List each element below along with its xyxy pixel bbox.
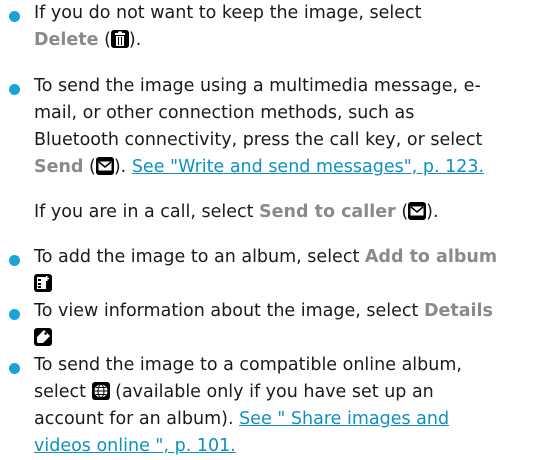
text: account for an album).	[34, 409, 240, 429]
text: ).	[128, 30, 142, 50]
write-send-messages-link[interactable]: See "Write and send messages", p. 123.	[132, 157, 484, 177]
text: (available only if you have set up an	[109, 382, 434, 402]
text-line: videos online ", p. 101.	[34, 433, 236, 460]
text: To view information about the image, sel…	[34, 301, 424, 321]
text: To send the image using a multimedia mes…	[34, 76, 481, 96]
text: select	[34, 382, 92, 402]
text: (	[395, 202, 409, 222]
text-line: mail, or other connection methods, such …	[34, 100, 414, 127]
text: (	[83, 157, 96, 177]
text-line: To view information about the image, sel…	[34, 298, 493, 325]
text: Bluetooth connectivity, press the call k…	[34, 130, 483, 150]
bullet-icon	[9, 84, 20, 95]
text: To add the image to an album, select	[34, 247, 365, 267]
text: ).	[113, 157, 132, 177]
text-line: Bluetooth connectivity, press the call k…	[34, 127, 482, 154]
envelope-icon	[408, 202, 427, 220]
delete-option[interactable]: Delete	[34, 30, 99, 50]
text: ).	[426, 202, 439, 222]
text: If you do not want to keep the image, se…	[34, 3, 422, 23]
text: To send the image to a compatible online…	[34, 355, 462, 375]
album-icon	[34, 274, 52, 292]
text-line: If you do not want to keep the image, se…	[34, 0, 422, 27]
share-images-link-continued[interactable]: videos online ", p. 101.	[34, 436, 236, 456]
envelope-icon	[95, 157, 114, 175]
text-line: To add the image to an album, select Add…	[34, 244, 497, 271]
bullet-icon	[9, 255, 20, 266]
text-line	[34, 325, 52, 352]
add-to-album-option[interactable]: Add to album	[365, 247, 497, 267]
share-images-link[interactable]: See " Share images and	[239, 409, 449, 429]
globe-icon[interactable]	[91, 382, 110, 400]
text: (	[98, 30, 111, 50]
bullet-icon	[9, 363, 20, 374]
send-to-caller-option[interactable]: Send to caller	[259, 202, 396, 222]
text-line: Delete ().	[34, 27, 141, 54]
text-line: account for an album). See " Share image…	[34, 406, 449, 433]
details-option[interactable]: Details	[424, 301, 493, 321]
send-option[interactable]: Send	[34, 157, 83, 177]
text-line: To send the image using a multimedia mes…	[34, 73, 481, 100]
text: If you are in a call, select	[34, 202, 260, 222]
trash-icon	[110, 30, 129, 48]
text-line: To send the image to a compatible online…	[34, 352, 462, 379]
text: mail, or other connection methods, such …	[34, 103, 415, 123]
bullet-icon	[9, 11, 20, 22]
text-line	[34, 271, 52, 298]
bullet-icon	[9, 309, 20, 320]
text-line: If you are in a call, select Send to cal…	[34, 199, 439, 226]
text-line: select (available only if you have set u…	[34, 379, 434, 406]
text-line: Send (). See "Write and send messages", …	[34, 154, 484, 181]
tag-icon	[34, 328, 52, 346]
